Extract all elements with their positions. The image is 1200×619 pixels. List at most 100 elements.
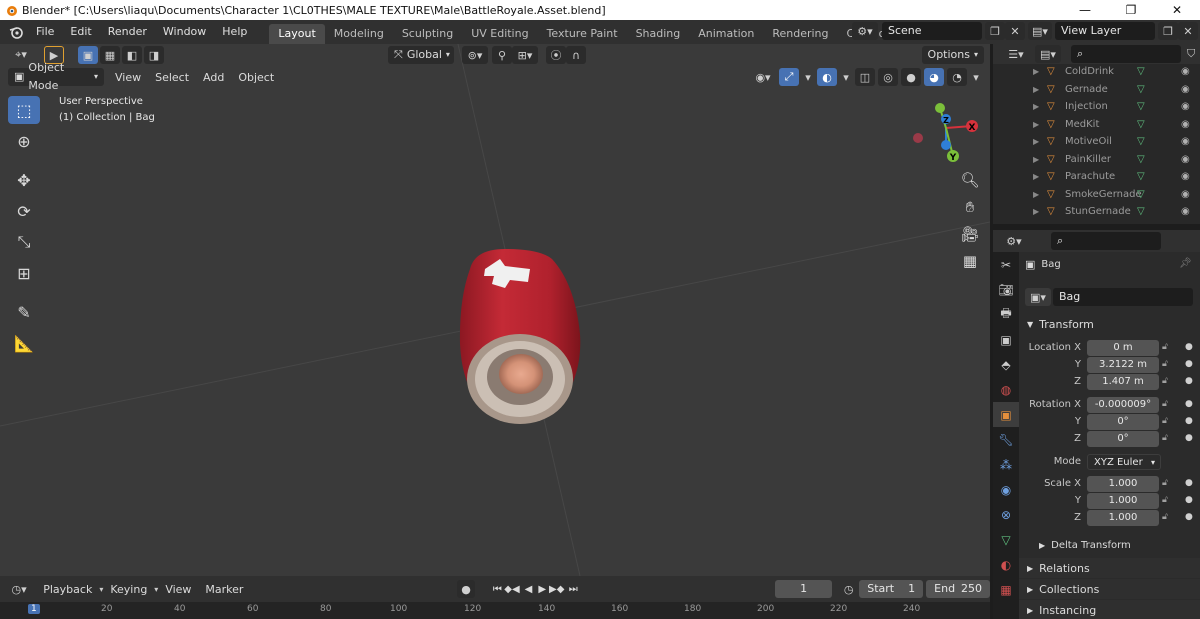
overlays-dropdown-icon[interactable]: ▾: [840, 68, 852, 86]
start-frame-field[interactable]: Start 1: [859, 580, 924, 598]
expand-right-icon[interactable]: ▶: [1033, 172, 1047, 181]
pin-icon[interactable]: 📌︎: [1179, 258, 1192, 269]
timeline-ruler[interactable]: 1 20 40 60 80 100 120 140 160 180 200 22…: [0, 602, 990, 619]
blender-menu-icon[interactable]: [8, 24, 24, 40]
current-frame-field[interactable]: 1: [775, 580, 833, 598]
transform-tool-icon[interactable]: ⊞: [8, 259, 40, 287]
keyframe-dot-icon[interactable]: ●: [1185, 359, 1193, 369]
location-y-field[interactable]: 3.2122 m: [1087, 357, 1159, 373]
camera-view-icon[interactable]: 🎥︎: [958, 222, 982, 246]
lock-icon[interactable]: 🔓︎: [1162, 342, 1168, 352]
lock-icon[interactable]: 🔓︎: [1162, 376, 1168, 386]
proportional-falloff-icon[interactable]: ∩: [566, 46, 586, 64]
expand-right-icon[interactable]: ▶: [1033, 67, 1047, 76]
visibility-eye-icon[interactable]: ◉: [1181, 119, 1190, 130]
output-tab-icon[interactable]: 🖶︎: [993, 302, 1019, 327]
ortho-grid-icon[interactable]: ▦: [958, 249, 982, 273]
world-tab-icon[interactable]: ◍: [993, 377, 1019, 402]
gizmo-toggle-icon[interactable]: ⤢: [779, 68, 799, 86]
annotate-tool-icon[interactable]: ✎: [8, 298, 40, 326]
measure-tool-icon[interactable]: 📐: [8, 329, 40, 357]
keyframe-dot-icon[interactable]: ●: [1185, 376, 1193, 386]
lock-icon[interactable]: 🔓︎: [1162, 399, 1168, 409]
snap-icon[interactable]: ⚲: [492, 46, 512, 64]
pivot-point-icon[interactable]: ⊚▾: [462, 46, 488, 64]
jump-start-icon[interactable]: ⏮: [491, 580, 505, 598]
location-x-field[interactable]: 0 m: [1087, 340, 1159, 356]
outliner-item[interactable]: ▶ ▽ MotiveOil ▽ ◉: [993, 133, 1200, 151]
move-tool-icon[interactable]: ✥: [8, 166, 40, 194]
viewport-menu-select[interactable]: Select: [148, 71, 196, 84]
keyframe-dot-icon[interactable]: ●: [1185, 342, 1193, 352]
navigation-gizmo[interactable]: X Z Y: [913, 103, 978, 163]
zoom-icon[interactable]: 🔍︎: [958, 168, 982, 192]
timeline-menu-marker[interactable]: Marker: [198, 583, 250, 596]
visibility-eye-icon[interactable]: ◉: [1181, 101, 1190, 112]
visibility-eye-icon[interactable]: ◉: [1181, 206, 1190, 217]
outliner-item[interactable]: ▶ ▽ SmokeGernade ▽ ◉: [993, 186, 1200, 204]
expand-right-icon[interactable]: ▶: [1033, 207, 1047, 216]
shading-solid-icon[interactable]: ●: [901, 68, 921, 86]
tab-rendering[interactable]: Rendering: [763, 24, 837, 44]
render-tab-icon[interactable]: 📷︎: [993, 277, 1019, 302]
shading-wireframe-icon[interactable]: ◎: [878, 68, 898, 86]
viewport-menu-object[interactable]: Object: [231, 71, 281, 84]
viewport-menu-add[interactable]: Add: [196, 71, 231, 84]
visibility-eye-icon[interactable]: ◉: [1181, 84, 1190, 95]
properties-search-input[interactable]: ⌕: [1051, 232, 1161, 250]
lock-icon[interactable]: 🔓︎: [1162, 478, 1168, 488]
outliner-item[interactable]: ▶ ▽ ColdDrink ▽ ◉: [993, 63, 1200, 81]
object-tab-icon[interactable]: ▣: [993, 402, 1019, 427]
outliner-item[interactable]: ▶ ▽ StunGernade ▽ ◉: [993, 203, 1200, 221]
scene-tab-icon[interactable]: ⬘: [993, 352, 1019, 377]
visibility-eye-icon[interactable]: ◉: [1181, 136, 1190, 147]
menu-edit[interactable]: Edit: [62, 20, 99, 44]
visibility-eye-icon[interactable]: ◉: [1181, 66, 1190, 77]
rotation-x-field[interactable]: -0.000009°: [1087, 397, 1159, 413]
relations-header[interactable]: ▶ Relations: [1019, 558, 1200, 578]
jump-end-icon[interactable]: ⏭: [566, 580, 580, 598]
tab-animation[interactable]: Animation: [689, 24, 763, 44]
tab-modeling[interactable]: Modeling: [325, 24, 393, 44]
preview-range-icon[interactable]: ◷: [840, 580, 857, 598]
visibility-eye-icon[interactable]: ◉: [1181, 171, 1190, 182]
rotation-z-field[interactable]: 0°: [1087, 431, 1159, 447]
select-box-tool-icon[interactable]: ⬚: [8, 96, 40, 124]
lock-icon[interactable]: 🔓︎: [1162, 359, 1168, 369]
lock-icon[interactable]: 🔓︎: [1162, 512, 1168, 522]
view-layer-field[interactable]: View Layer: [1055, 22, 1155, 40]
rotation-y-field[interactable]: 0°: [1087, 414, 1159, 430]
keyframe-dot-icon[interactable]: ●: [1185, 399, 1193, 409]
keyframe-dot-icon[interactable]: ●: [1185, 416, 1193, 426]
scene-icon[interactable]: ⚙▾: [852, 22, 878, 40]
lock-icon[interactable]: 🔓︎: [1162, 416, 1168, 426]
gizmo-dropdown-icon[interactable]: ▾: [802, 68, 814, 86]
new-scene-icon[interactable]: ❐: [985, 22, 1005, 40]
timeline-menu-playback[interactable]: Playback: [36, 583, 99, 596]
visibility-eye-icon[interactable]: ◉: [1181, 189, 1190, 200]
menu-window[interactable]: Window: [155, 20, 214, 44]
object-name-field[interactable]: Bag: [1053, 288, 1193, 306]
snap-target-icon[interactable]: ⊞▾: [512, 46, 538, 64]
scale-y-field[interactable]: 1.000: [1087, 493, 1159, 509]
expand-right-icon[interactable]: ▶: [1033, 85, 1047, 94]
view-layer-tab-icon[interactable]: ▣: [993, 327, 1019, 352]
transform-orientation-dropdown[interactable]: ⤧ Global ▾: [388, 46, 454, 64]
collections-header[interactable]: ▶ Collections: [1019, 579, 1200, 599]
options-dropdown[interactable]: Options ▾: [921, 46, 984, 64]
keyframe-dot-icon[interactable]: ●: [1185, 433, 1193, 443]
menu-file[interactable]: File: [28, 20, 62, 44]
play-reverse-icon[interactable]: ◀: [522, 580, 536, 598]
outliner-item[interactable]: ▶ ▽ Parachute ▽ ◉: [993, 168, 1200, 186]
keyframe-dot-icon[interactable]: ●: [1185, 512, 1193, 522]
expand-right-icon[interactable]: ▶: [1033, 120, 1047, 129]
lock-icon[interactable]: 🔓︎: [1162, 433, 1168, 443]
tool-tab-icon[interactable]: ✂: [993, 252, 1019, 277]
lock-icon[interactable]: 🔓︎: [1162, 495, 1168, 505]
tab-uv-editing[interactable]: UV Editing: [462, 24, 537, 44]
delta-transform-header[interactable]: ▶ Delta Transform: [1019, 535, 1200, 555]
physics-tab-icon[interactable]: ◉: [993, 477, 1019, 502]
bag-object[interactable]: [459, 249, 581, 424]
instancing-header[interactable]: ▶ Instancing: [1019, 600, 1200, 619]
scale-z-field[interactable]: 1.000: [1087, 510, 1159, 526]
